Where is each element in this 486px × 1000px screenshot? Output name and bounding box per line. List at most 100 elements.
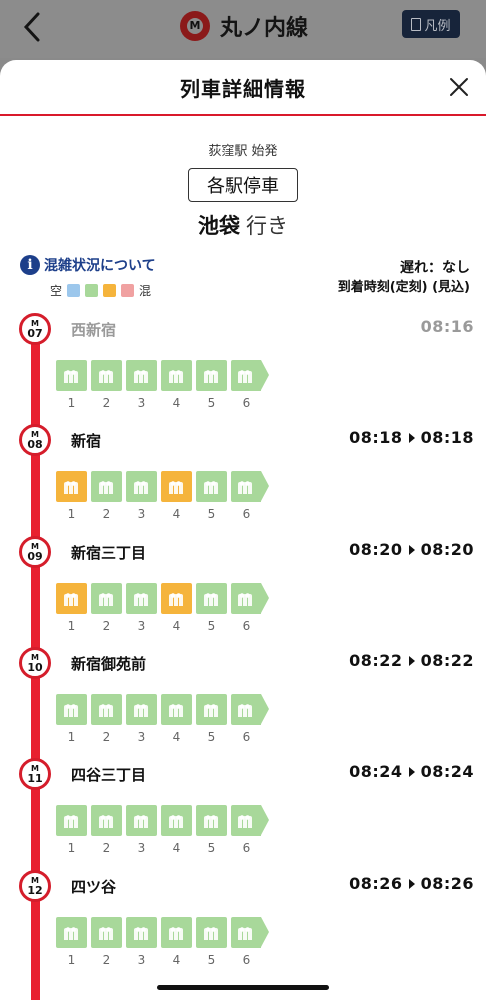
expected-time: 08:26 [420,874,474,893]
passengers-icon [63,591,80,606]
passengers-icon [168,813,185,828]
close-icon[interactable] [448,76,470,98]
station-time: 08:24 08:24 [349,762,474,781]
station-name: 新宿御苑前 [71,655,147,673]
scale-swatch [85,284,99,297]
station-name: 新宿三丁目 [71,544,147,562]
car-congestion: 4 [161,917,192,967]
car-congestion: 3 [126,805,157,855]
passengers-icon [98,702,115,717]
car-number: 5 [207,730,216,744]
passengers-icon [133,479,150,494]
passengers-icon [133,813,150,828]
station-row: M 11 四谷三丁目 08:24 08:24 1 2 3 4 5 6 [0,758,486,869]
station-name: 四谷三丁目 [71,766,147,784]
car-congestion: 4 [161,694,192,744]
scale-swatch [121,284,135,297]
car-congestion: 5 [196,471,227,521]
scale-swatch [103,284,117,297]
passengers-icon [133,368,150,383]
car-congestion: 2 [91,471,122,521]
car-congestion: 1 [56,694,87,744]
car-congestion: 5 [196,583,227,633]
legend-label: 凡例 [424,18,451,34]
passengers-icon [168,591,185,606]
car-congestion: 3 [126,583,157,633]
station-number-badge: M 11 [19,758,51,790]
legend-button[interactable]: 凡例 [402,10,460,38]
sheet-header: 列車詳細情報 [0,60,486,116]
car-congestion-row: 1 2 3 4 5 6 [56,471,269,521]
car-congestion: 1 [56,917,87,967]
passengers-icon [133,702,150,717]
line-title: M 丸ノ内線 [180,10,308,42]
home-indicator[interactable] [157,985,329,990]
station-number-badge: M 08 [19,424,51,456]
car-congestion: 5 [196,360,227,410]
station-time: 08:26 08:26 [349,874,474,893]
car-number: 6 [242,953,251,967]
car-number: 3 [137,730,146,744]
passengers-icon [238,591,254,606]
car-number: 3 [137,841,146,855]
passengers-icon [238,813,254,828]
passengers-icon [63,925,80,940]
station-time: 08:22 08:22 [349,651,474,670]
time-header: 到着時刻(定刻) (見込) [337,280,470,295]
station-row: M 10 新宿御苑前 08:22 08:22 1 2 3 4 5 6 [0,647,486,758]
arrow-right-icon [408,879,415,889]
station-row: M 09 新宿三丁目 08:20 08:20 1 2 3 4 5 6 [0,536,486,647]
arrow-right-icon [408,767,415,777]
car-number: 1 [67,507,76,521]
passengers-icon [203,813,220,828]
train-detail-sheet: 列車詳細情報 荻窪駅 始発 各駅停車 池袋 行き i 混雑状況について 空 混 遅… [0,60,486,1000]
passengers-icon [238,925,254,940]
passengers-icon [133,925,150,940]
car-congestion: 1 [56,471,87,521]
car-congestion: 4 [161,471,192,521]
station-row: M 12 四ツ谷 08:26 08:26 1 2 3 4 5 6 [0,870,486,981]
car-congestion: 5 [196,805,227,855]
app-title: 丸ノ内線 [220,16,309,41]
station-name: 四ツ谷 [71,878,117,896]
scale-high-label: 混 [139,284,152,298]
congestion-info-link[interactable]: i 混雑状況について [20,255,156,275]
car-congestion: 4 [161,583,192,633]
car-congestion-row: 1 2 3 4 5 6 [56,694,269,744]
destination-suffix: 行き [246,214,288,238]
scheduled-time: 08:22 [349,651,403,670]
expected-time: 08:20 [420,540,474,559]
car-congestion-row: 1 2 3 4 5 6 [56,360,269,410]
passengers-icon [98,368,115,383]
passengers-icon [63,479,80,494]
document-icon [411,17,422,31]
station-number-badge: M 10 [19,647,51,679]
car-congestion: 5 [196,694,227,744]
destination-name: 池袋 [198,214,240,238]
car-congestion: 3 [126,471,157,521]
car-number: 5 [207,841,216,855]
passengers-icon [238,702,254,717]
car-congestion-row: 1 2 3 4 5 6 [56,805,269,855]
passengers-icon [63,702,80,717]
back-button[interactable] [18,10,48,44]
scale-swatch [67,284,81,297]
destination: 池袋 行き [0,210,486,240]
car-congestion: 3 [126,360,157,410]
car-congestion: 3 [126,694,157,744]
scale-low-label: 空 [50,284,63,298]
passengers-icon [203,925,220,940]
car-congestion: 4 [161,360,192,410]
car-number: 1 [67,953,76,967]
passengers-icon [238,368,254,383]
passengers-icon [168,368,185,383]
car-congestion: 6 [231,805,269,855]
arrow-right-icon [408,545,415,555]
car-number: 4 [172,396,181,410]
scheduled-time: 08:26 [349,874,403,893]
sheet-title: 列車詳細情報 [180,76,306,101]
car-congestion: 1 [56,805,87,855]
station-name: 新宿 [71,432,102,450]
expected-time: 08:22 [420,651,474,670]
car-number: 4 [172,953,181,967]
